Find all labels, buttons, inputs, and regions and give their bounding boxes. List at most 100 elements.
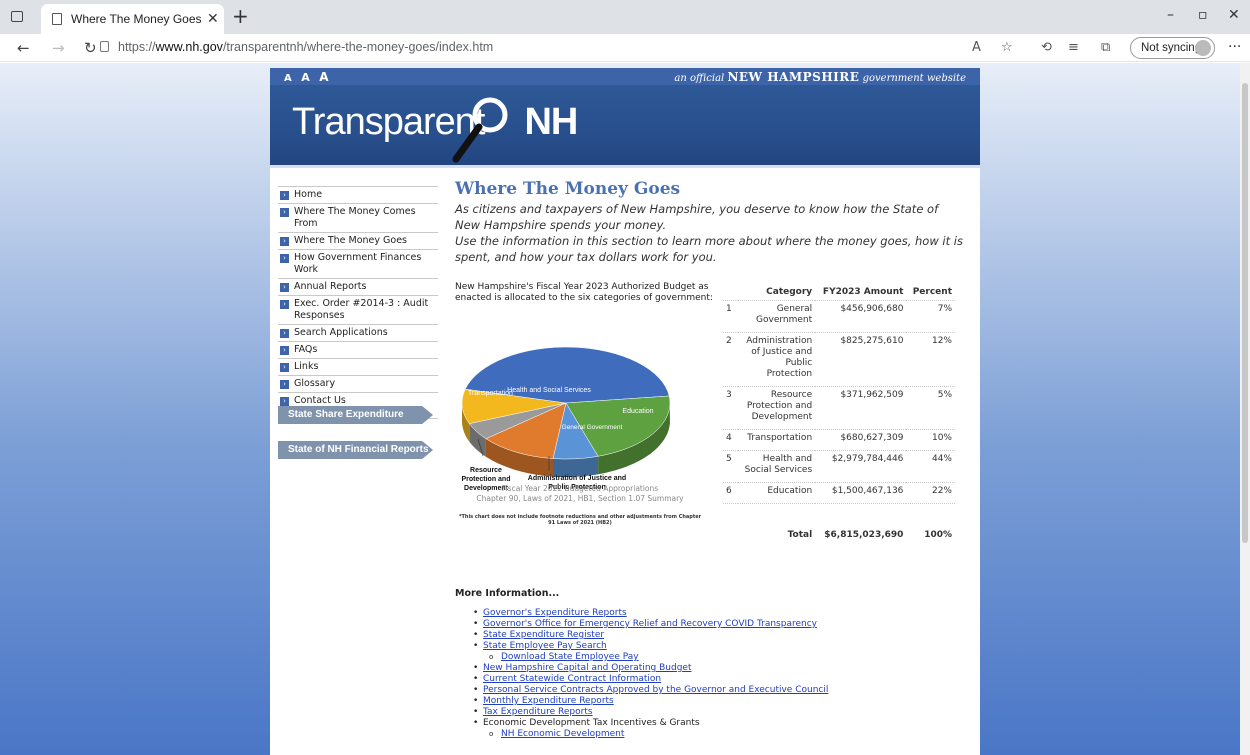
state-financial-reports-button[interactable]: State of NH Financial Reports	[278, 441, 433, 459]
sidebar-item-glossary[interactable]: › Glossary	[278, 375, 438, 392]
total-percent: 100%	[906, 503, 955, 547]
arrow-bullet-icon: ›	[280, 283, 289, 292]
cell-num: 2	[723, 332, 738, 387]
favorites-icon[interactable]: ≡	[1068, 40, 1079, 55]
budget-table: Category FY2023 Amount Percent 1 General …	[723, 285, 955, 547]
info-link[interactable]: Monthly Expenditure Reports	[483, 696, 614, 706]
restore-icon[interactable]: ▫	[1198, 7, 1208, 23]
list-item: State Expenditure Register	[473, 630, 965, 641]
table-row: 2 Administration of Justice and Public Pr…	[723, 332, 955, 387]
intro-paragraph-1: As citizens and taxpayers of New Hampshi…	[455, 202, 939, 232]
cell-amount: $456,906,680	[815, 300, 907, 333]
cell-percent: 44%	[906, 450, 955, 483]
arrow-bullet-icon: ›	[280, 237, 289, 246]
cell-amount: $2,979,784,446	[815, 450, 907, 483]
list-item: Economic Development Tax Incentives & Gr…	[473, 718, 965, 729]
info-link[interactable]: Download State Employee Pay	[501, 652, 639, 662]
main-content: Where The Money Goes As citizens and tax…	[455, 179, 965, 265]
tab-title: Where The Money Goes | Transp	[71, 12, 201, 26]
more-menu-icon[interactable]: ···	[1228, 39, 1241, 55]
page-favicon-icon	[52, 13, 62, 25]
sidebar-item-exec-order[interactable]: › Exec. Order #2014-3 : Audit Responses	[278, 295, 438, 324]
sidebar-item-home[interactable]: › Home	[278, 186, 438, 203]
cell-num: 5	[723, 450, 738, 483]
more-info-list: Governor's Expenditure ReportsGovernor's…	[455, 608, 965, 740]
cell-percent: 7%	[906, 300, 955, 333]
sidebar-item-money-comes-from[interactable]: › Where The Money Comes From	[278, 203, 438, 232]
arrow-bullet-icon: ›	[280, 191, 289, 200]
url-field[interactable]: https://www.nh.gov/transparentnh/where-t…	[118, 40, 493, 54]
cell-category: Education	[738, 482, 816, 504]
extensions-icon[interactable]: ⟲	[1041, 40, 1052, 55]
page-title: Where The Money Goes	[455, 179, 681, 199]
cell-amount: $1,500,467,136	[815, 482, 907, 504]
info-link[interactable]: Current Statewide Contract Information	[483, 674, 661, 684]
sidebar-item-money-goes[interactable]: › Where The Money Goes	[278, 232, 438, 249]
vertical-scrollbar[interactable]	[1240, 63, 1250, 755]
info-link[interactable]: Tax Expenditure Reports	[483, 707, 593, 717]
text-size-small[interactable]: A	[284, 73, 295, 84]
tab-actions-icon[interactable]	[11, 11, 23, 22]
sidebar-item-search-applications[interactable]: › Search Applications	[278, 324, 438, 341]
forward-icon[interactable]: →	[52, 39, 65, 57]
table-row: 3 Resource Protection and Development $371…	[723, 386, 955, 430]
new-tab-icon[interactable]: +	[232, 4, 249, 28]
text-size-large[interactable]: A	[319, 70, 331, 84]
lock-icon[interactable]	[100, 41, 109, 52]
header-category: Category	[766, 287, 813, 297]
favorite-icon[interactable]: ☆	[1001, 40, 1013, 55]
cell-num: 3	[723, 386, 738, 430]
info-link[interactable]: NH Economic Development	[501, 729, 624, 739]
cell-amount: $680,627,309	[815, 429, 907, 451]
info-link[interactable]: State Expenditure Register	[483, 630, 604, 640]
sidebar-item-links[interactable]: › Links	[278, 358, 438, 375]
header-percent: Percent	[912, 287, 952, 297]
site-logo[interactable]: Transparent NH	[292, 101, 578, 144]
table-body: 1 General Government $456,906,680 7% 2 Admini…	[723, 300, 955, 547]
browser-tab-bar: Where The Money Goes | Transp ✕ + – ▫ ✕	[0, 0, 1250, 34]
state-share-expenditure-button[interactable]: State Share Expenditure Reports	[278, 406, 433, 424]
cell-percent: 5%	[906, 386, 955, 430]
table-row: 1 General Government $456,906,680 7%	[723, 300, 955, 333]
total-label: Total	[738, 503, 816, 547]
close-window-icon[interactable]: ✕	[1228, 7, 1240, 23]
collections-icon[interactable]: ⧉	[1101, 40, 1110, 55]
cell-percent: 12%	[906, 332, 955, 387]
profile-button[interactable]: Not syncing	[1130, 37, 1215, 59]
pie-footnote: *This chart does not include footnote re…	[458, 514, 702, 526]
read-aloud-icon[interactable]: A	[972, 40, 981, 55]
minimize-icon[interactable]: –	[1167, 7, 1174, 23]
pie-lead-text: New Hampshire's Fiscal Year 2023 Authori…	[455, 282, 713, 303]
page-container: A A A an official NEW HAMPSHIRE governme…	[270, 68, 980, 755]
cell-num: 6	[723, 482, 738, 504]
info-link[interactable]: New Hampshire Capital and Operating Budg…	[483, 663, 692, 673]
cell-percent: 22%	[906, 482, 955, 504]
info-link[interactable]: Governor's Expenditure Reports	[483, 608, 627, 618]
pie-label-health: Health and Social Services	[507, 387, 591, 394]
arrow-bullet-icon: ›	[280, 329, 289, 338]
list-item: Current Statewide Contract Information	[473, 674, 965, 685]
text-size-medium[interactable]: A	[301, 71, 313, 84]
sidebar-item-faqs[interactable]: › FAQs	[278, 341, 438, 358]
info-link[interactable]: State Employee Pay Search	[483, 641, 607, 651]
browser-tab[interactable]: Where The Money Goes | Transp ✕	[41, 4, 224, 34]
scrollbar-thumb[interactable]	[1242, 83, 1248, 543]
text-size-controls: A A A	[284, 70, 332, 84]
address-toolbar: ← → ↻ https://www.nh.gov/transparentnh/w…	[0, 34, 1250, 62]
info-text: Economic Development Tax Incentives & Gr…	[483, 718, 700, 728]
close-tab-icon[interactable]: ✕	[207, 10, 219, 27]
sidebar-item-finances-work[interactable]: › How Government Finances Work	[278, 249, 438, 278]
arrow-bullet-icon: ›	[280, 300, 289, 309]
total-amount: $6,815,023,690	[815, 503, 907, 547]
refresh-icon[interactable]: ↻	[84, 39, 97, 57]
avatar-icon	[1195, 40, 1211, 56]
back-icon[interactable]: ←	[17, 39, 30, 57]
cell-category: Resource Protection and Development	[738, 386, 816, 430]
arrow-bullet-icon: ›	[280, 208, 289, 217]
info-link[interactable]: Personal Service Contracts Approved by t…	[483, 685, 828, 695]
info-link[interactable]: Governor's Office for Emergency Relief a…	[483, 619, 817, 629]
official-site-notice: an official NEW HAMPSHIRE government web…	[674, 70, 966, 84]
cell-category: Transportation	[738, 429, 816, 451]
sidebar-item-annual-reports[interactable]: › Annual Reports	[278, 278, 438, 295]
table-row: 5 Health and Social Services $2,979,784,44…	[723, 450, 955, 483]
